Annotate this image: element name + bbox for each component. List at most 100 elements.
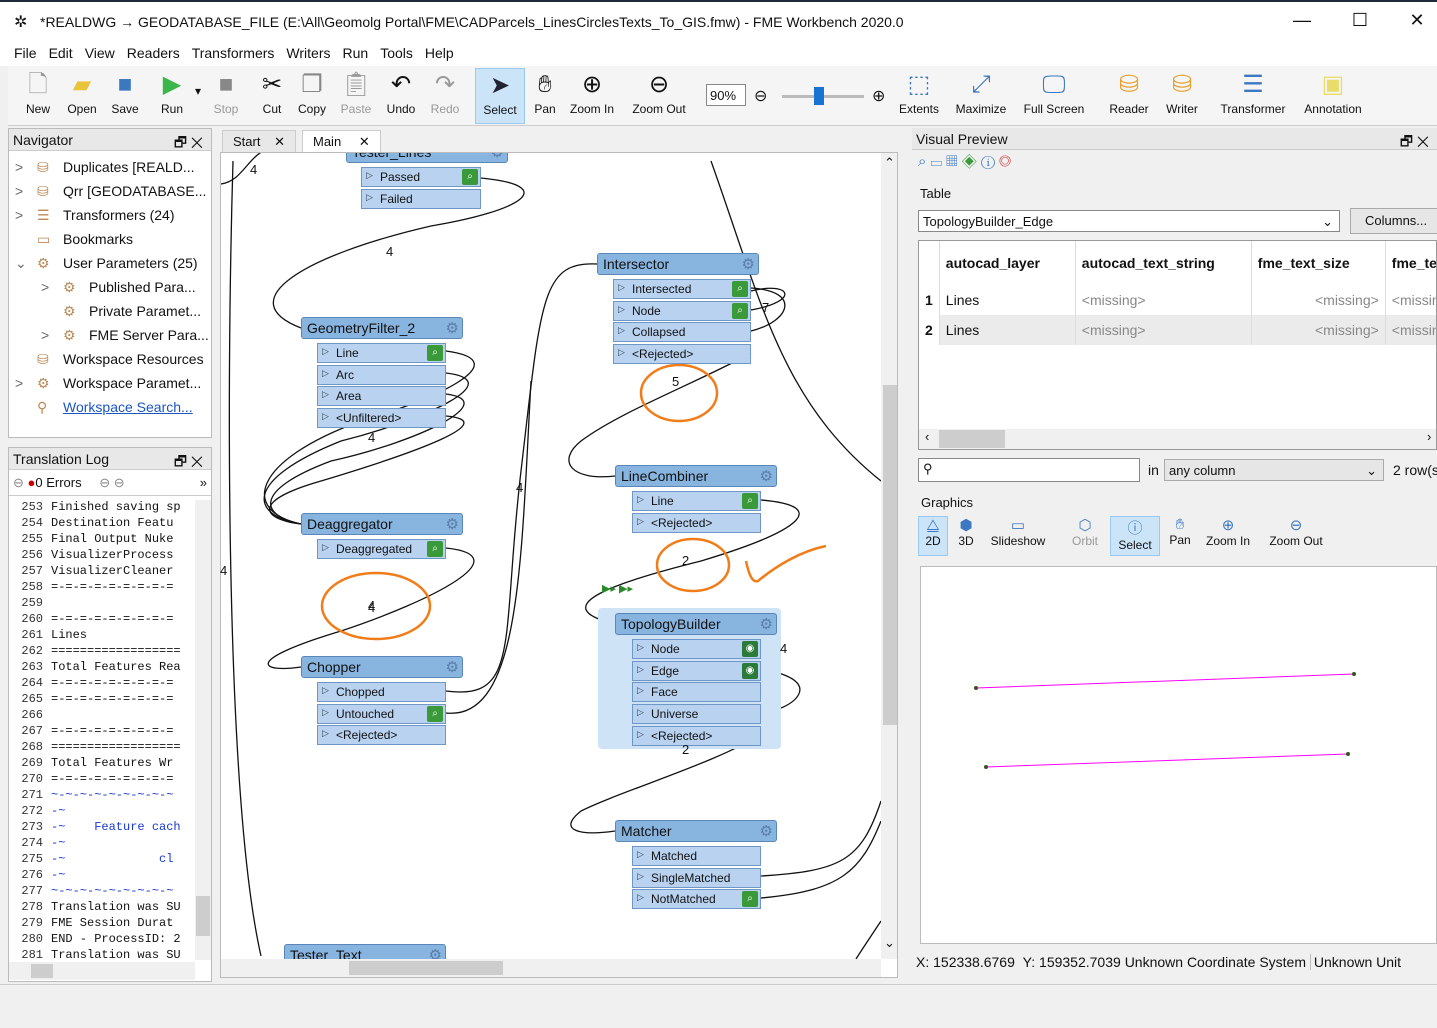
close-tab-icon[interactable]: ✕ xyxy=(274,134,285,149)
graphics-tool-orbit[interactable]: ⬡ Orbit xyxy=(1064,516,1106,556)
close-tab-icon[interactable]: ✕ xyxy=(359,134,370,149)
inspect-icon[interactable]: ⌕ xyxy=(462,169,478,185)
canvas-horizontal-scrollbar[interactable] xyxy=(221,959,881,977)
scroll-thumb[interactable] xyxy=(349,961,503,975)
menu-tools[interactable]: Tools xyxy=(374,42,419,64)
feature-info-icon[interactable]: ⓘ xyxy=(981,153,995,170)
scroll-thumb[interactable] xyxy=(939,430,1005,448)
output-port[interactable]: <Rejected> xyxy=(632,512,761,533)
gear-icon[interactable]: ⚙ xyxy=(491,153,504,161)
run-button[interactable]: ▶ Run xyxy=(154,68,190,124)
run-from-here-icons[interactable]: ▶▸ ▶▸ xyxy=(602,582,633,595)
output-port[interactable]: <Rejected> xyxy=(632,725,761,746)
transformer-chopper[interactable]: Chopper ⚙ xyxy=(301,656,463,678)
output-port[interactable]: Collapsed xyxy=(613,322,751,343)
tab-main[interactable]: Main ✕ xyxy=(302,130,381,152)
navigator-item[interactable]: ⛁ Workspace Resources xyxy=(9,347,211,371)
maximize-view-button[interactable]: ⤢ Maximize xyxy=(952,68,1010,124)
scroll-up-icon[interactable]: ⌃ xyxy=(884,155,895,171)
graphics-tool-3d[interactable]: ⬢ 3D xyxy=(952,516,980,556)
gear-icon[interactable]: ⚙ xyxy=(760,822,773,840)
navigator-item[interactable]: > ☰ Transformers (24) xyxy=(9,203,211,227)
panel-buttons[interactable]: 🗗 ✕ xyxy=(174,132,203,156)
copy-button[interactable]: ❐ Copy xyxy=(294,68,330,124)
expand-icon[interactable]: > xyxy=(15,207,23,223)
output-port[interactable]: Line ⌕ xyxy=(632,491,761,511)
select-button[interactable]: ➤ Select xyxy=(475,68,525,124)
close-button[interactable]: ✕ xyxy=(1397,10,1437,31)
navigator-item[interactable]: > ⛁ Qrr [GEODATABASE... xyxy=(9,179,211,203)
zoom-in-button[interactable]: ⊕ Zoom In xyxy=(564,68,620,124)
output-port[interactable]: <Rejected> xyxy=(317,725,446,746)
output-port[interactable]: <Rejected> xyxy=(613,344,751,365)
transformer-linecombiner[interactable]: LineCombiner ⚙ xyxy=(615,465,777,487)
output-port[interactable]: Failed xyxy=(361,188,481,209)
output-port[interactable]: NotMatched ⌕ xyxy=(632,889,761,910)
forward-icon[interactable]: ⊖ ⊖ xyxy=(99,475,124,490)
maximize-button[interactable]: ☐ xyxy=(1340,10,1380,31)
eye-icon[interactable]: ◉ xyxy=(742,662,758,679)
gear-icon[interactable]: ⚙ xyxy=(760,467,773,485)
output-port[interactable]: Node ⌕ xyxy=(613,300,751,321)
table-view-icon[interactable]: ▦ xyxy=(946,153,957,170)
output-port[interactable]: <Unfiltered> xyxy=(317,408,446,429)
column-header[interactable]: fme_te xyxy=(1385,241,1436,285)
navigator-item[interactable]: ▭ Bookmarks xyxy=(9,227,211,251)
minimize-button[interactable]: — xyxy=(1282,10,1322,31)
zoom-slider-handle[interactable] xyxy=(813,87,824,105)
table-search-input[interactable]: ⚲ xyxy=(918,458,1140,482)
canvas-vertical-scrollbar[interactable]: ⌃ ⌄ xyxy=(881,153,897,959)
gear-icon[interactable]: ⚙ xyxy=(446,515,459,533)
output-port[interactable]: Arc xyxy=(317,364,446,385)
column-header[interactable]: autocad_text_string xyxy=(1075,241,1252,285)
graphics-tool-select[interactable]: ⓘ Select xyxy=(1110,516,1160,556)
table-row[interactable]: 2 Lines <missing> <missing> <missin xyxy=(919,315,1436,345)
new-button[interactable]: 🗋 New xyxy=(20,68,56,124)
menu-edit[interactable]: Edit xyxy=(43,42,79,64)
menu-transformers[interactable]: Transformers xyxy=(186,42,281,64)
scroll-left-icon[interactable]: ‹ xyxy=(925,429,929,444)
inspect-icon[interactable]: ⌕ xyxy=(742,891,758,908)
scroll-right-icon[interactable]: › xyxy=(1427,429,1431,444)
transformer-geometryfilter_2[interactable]: GeometryFilter_2 ⚙ xyxy=(301,317,463,339)
zoom-level-input[interactable]: 90% xyxy=(706,84,746,106)
expand-icon[interactable]: > xyxy=(15,159,23,175)
menu-run[interactable]: Run xyxy=(337,42,375,64)
inspect-icon[interactable]: ⌕ xyxy=(427,705,443,722)
cut-button[interactable]: ✂ Cut xyxy=(254,68,290,124)
navigator-item[interactable]: > ⚙ FME Server Para... xyxy=(9,323,211,347)
graphics-tool-zoom-in[interactable]: ⊕ Zoom In xyxy=(1200,516,1256,556)
zoom-slider[interactable] xyxy=(782,87,864,105)
graphics-view-icon[interactable]: ◈ xyxy=(962,153,977,170)
navigator-item[interactable]: ⌄ ⚙ User Parameters (25) xyxy=(9,251,211,275)
output-port[interactable]: Deaggregated ⌕ xyxy=(317,539,446,559)
dataset-select[interactable]: TopologyBuilder_Edge ⌄ xyxy=(918,210,1340,232)
inspect-icon[interactable]: ⌕ xyxy=(427,345,443,361)
navigator-item[interactable]: > ⛁ Duplicates [REALD... xyxy=(9,155,211,179)
full-screen-button[interactable]: 🖵︎ Full Screen xyxy=(1016,68,1092,124)
zoom-out-button[interactable]: ⊖ Zoom Out xyxy=(626,68,692,124)
expand-icon[interactable]: > xyxy=(41,279,49,295)
navigator-item[interactable]: ⚲ Workspace Search... xyxy=(9,395,211,419)
annotation-button[interactable]: ▣ Annotation xyxy=(1300,68,1366,124)
edge-feature[interactable] xyxy=(985,753,1349,768)
scroll-thumb[interactable] xyxy=(196,896,210,936)
output-port[interactable]: Matched xyxy=(632,846,761,866)
save-button[interactable]: ■ Save xyxy=(106,68,144,124)
navigator-item[interactable]: ⚙ Private Paramet... xyxy=(9,299,211,323)
graphics-tool-zoom-out[interactable]: ⊖ Zoom Out xyxy=(1260,516,1332,556)
stop-button[interactable]: ■ Stop xyxy=(208,68,244,124)
graphics-tool-slideshow[interactable]: ▭ Slideshow xyxy=(984,516,1052,556)
layout-icon[interactable]: ▭ xyxy=(931,153,942,170)
graphics-view[interactable] xyxy=(920,566,1437,944)
tab-start[interactable]: Start ✕ xyxy=(222,130,296,152)
zoom-plus-icon[interactable]: ⊕ xyxy=(872,86,885,106)
redo-button[interactable]: ↷ Redo xyxy=(426,68,464,124)
transformer-tester_lines[interactable]: Tester_Lines ⚙ xyxy=(346,153,508,163)
workspace-canvas[interactable]: Tester_Lines⚙Passed⌕FailedIntersector⚙In… xyxy=(220,152,898,978)
inspect-icon[interactable]: ⌕ xyxy=(918,153,926,170)
transformer-intersector[interactable]: Intersector ⚙ xyxy=(597,253,759,275)
navigator-item[interactable]: > ⚙ Published Para... xyxy=(9,275,211,299)
output-port[interactable]: Intersected ⌕ xyxy=(613,279,751,299)
menu-help[interactable]: Help xyxy=(419,42,460,64)
